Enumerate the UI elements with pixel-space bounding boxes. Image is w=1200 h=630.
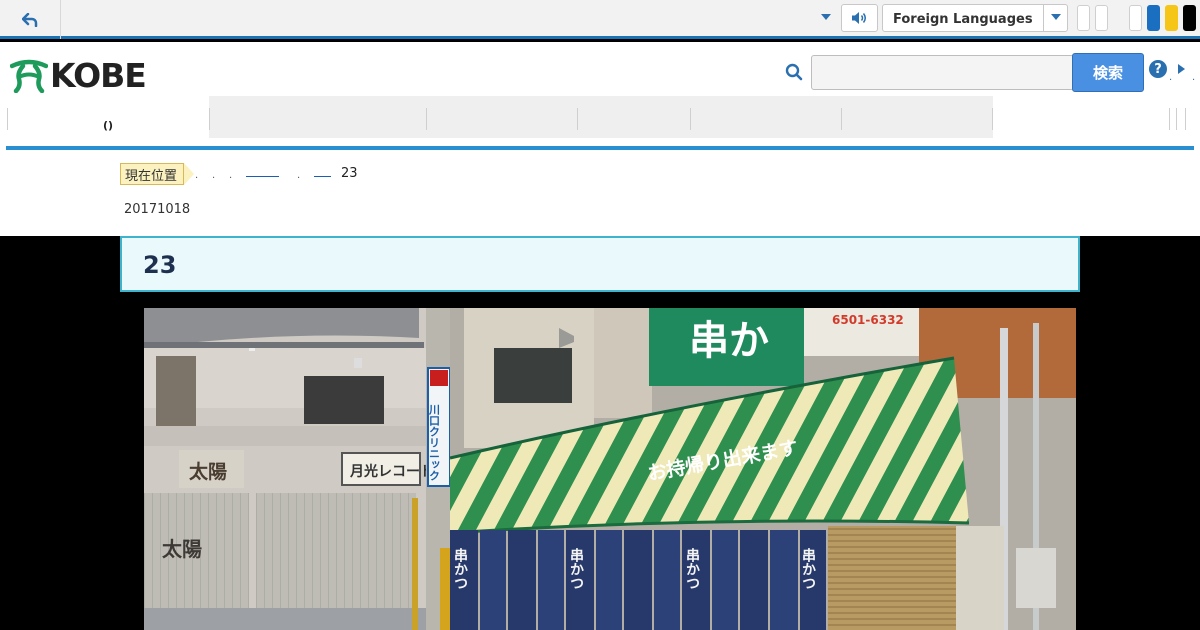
photo-phone-sign: 6501-6332 bbox=[832, 313, 904, 327]
photo-shop-sign: 串か bbox=[689, 318, 769, 364]
color-yellow-button[interactable] bbox=[1165, 5, 1178, 31]
logo-text: KOBE bbox=[50, 56, 147, 95]
nav-divider bbox=[577, 108, 578, 130]
photo-clinic-sign: 川口クリニック bbox=[428, 404, 442, 481]
search-icon bbox=[785, 63, 803, 81]
photo-noren-text: 串かつ bbox=[684, 547, 700, 590]
font-size-small-button[interactable] bbox=[1077, 5, 1090, 31]
page-title: 23 bbox=[143, 251, 177, 279]
language-select-label: Foreign Languages bbox=[893, 12, 1033, 27]
breadcrumb-label: 現在位置 bbox=[120, 163, 195, 185]
back-button[interactable] bbox=[0, 0, 61, 39]
photo-noren-text: 串かつ bbox=[452, 547, 468, 590]
street-photo: 月光レコード 太陽 太陽 川口クリニック 串か 6501-6332 お持帰り出来… bbox=[144, 308, 1076, 630]
accessibility-toolbar: Foreign Languages bbox=[0, 0, 1200, 39]
nav-divider bbox=[841, 108, 842, 130]
photo-noren-text: 串かつ bbox=[568, 547, 584, 590]
help-icon[interactable]: ? bbox=[1149, 60, 1167, 78]
photo-shutter-text: 太陽 bbox=[162, 537, 202, 561]
color-white-button[interactable] bbox=[1129, 5, 1142, 31]
breadcrumb-separator: . bbox=[195, 170, 199, 181]
nav-item-active[interactable]: () bbox=[7, 96, 209, 138]
nav-divider bbox=[690, 108, 691, 130]
nav-divider bbox=[209, 108, 210, 130]
search-input[interactable] bbox=[811, 55, 1074, 90]
chevron-right-icon[interactable] bbox=[1178, 64, 1185, 74]
page-title-box: 23 bbox=[120, 236, 1080, 292]
nav-divider bbox=[426, 108, 427, 130]
photo-sign-taiyo: 太陽 bbox=[189, 460, 227, 483]
global-nav bbox=[209, 96, 993, 138]
chevron-down-icon[interactable] bbox=[821, 14, 831, 20]
breadcrumb-separator: . bbox=[229, 170, 233, 181]
breadcrumb-link[interactable] bbox=[314, 176, 331, 177]
nav-divider bbox=[1185, 108, 1186, 130]
page: Foreign Languages KOBE 検索 ? . . () 現在位置 … bbox=[0, 0, 1200, 630]
publish-date: 20171018 bbox=[124, 202, 191, 217]
breadcrumb-link[interactable] bbox=[246, 176, 279, 177]
nav-divider bbox=[1176, 108, 1177, 130]
breadcrumb-separator: . bbox=[297, 170, 301, 181]
photo-illustration: 月光レコード 太陽 太陽 川口クリニック 串か 6501-6332 お持帰り出来… bbox=[144, 308, 1076, 630]
photo-sign-record: 月光レコード bbox=[349, 463, 434, 480]
nav-underline bbox=[6, 146, 1194, 150]
color-blue-button[interactable] bbox=[1147, 5, 1160, 31]
speaker-icon bbox=[851, 12, 866, 24]
nav-divider bbox=[1169, 108, 1170, 130]
nav-divider bbox=[992, 108, 993, 130]
dot-separator: . bbox=[1192, 72, 1196, 83]
nav-divider bbox=[7, 108, 8, 130]
language-select[interactable]: Foreign Languages bbox=[882, 4, 1068, 32]
photo-noren-text: 串かつ bbox=[800, 547, 816, 590]
search-button[interactable]: 検索 bbox=[1072, 53, 1144, 92]
site-logo[interactable]: KOBE bbox=[10, 56, 147, 95]
back-arrow-icon bbox=[22, 12, 38, 27]
font-size-large-button[interactable] bbox=[1095, 5, 1108, 31]
dot-separator: . bbox=[1169, 72, 1173, 83]
read-aloud-button[interactable] bbox=[841, 4, 878, 32]
chevron-down-icon bbox=[1043, 5, 1067, 31]
kobe-emblem-icon bbox=[10, 59, 48, 93]
color-black-button[interactable] bbox=[1183, 5, 1196, 31]
breadcrumb-current: 23 bbox=[341, 166, 358, 181]
site-header: KOBE 検索 ? . . () 現在位置 . . . . 23 2017101… bbox=[0, 42, 1200, 236]
breadcrumb-separator: . bbox=[212, 170, 216, 181]
